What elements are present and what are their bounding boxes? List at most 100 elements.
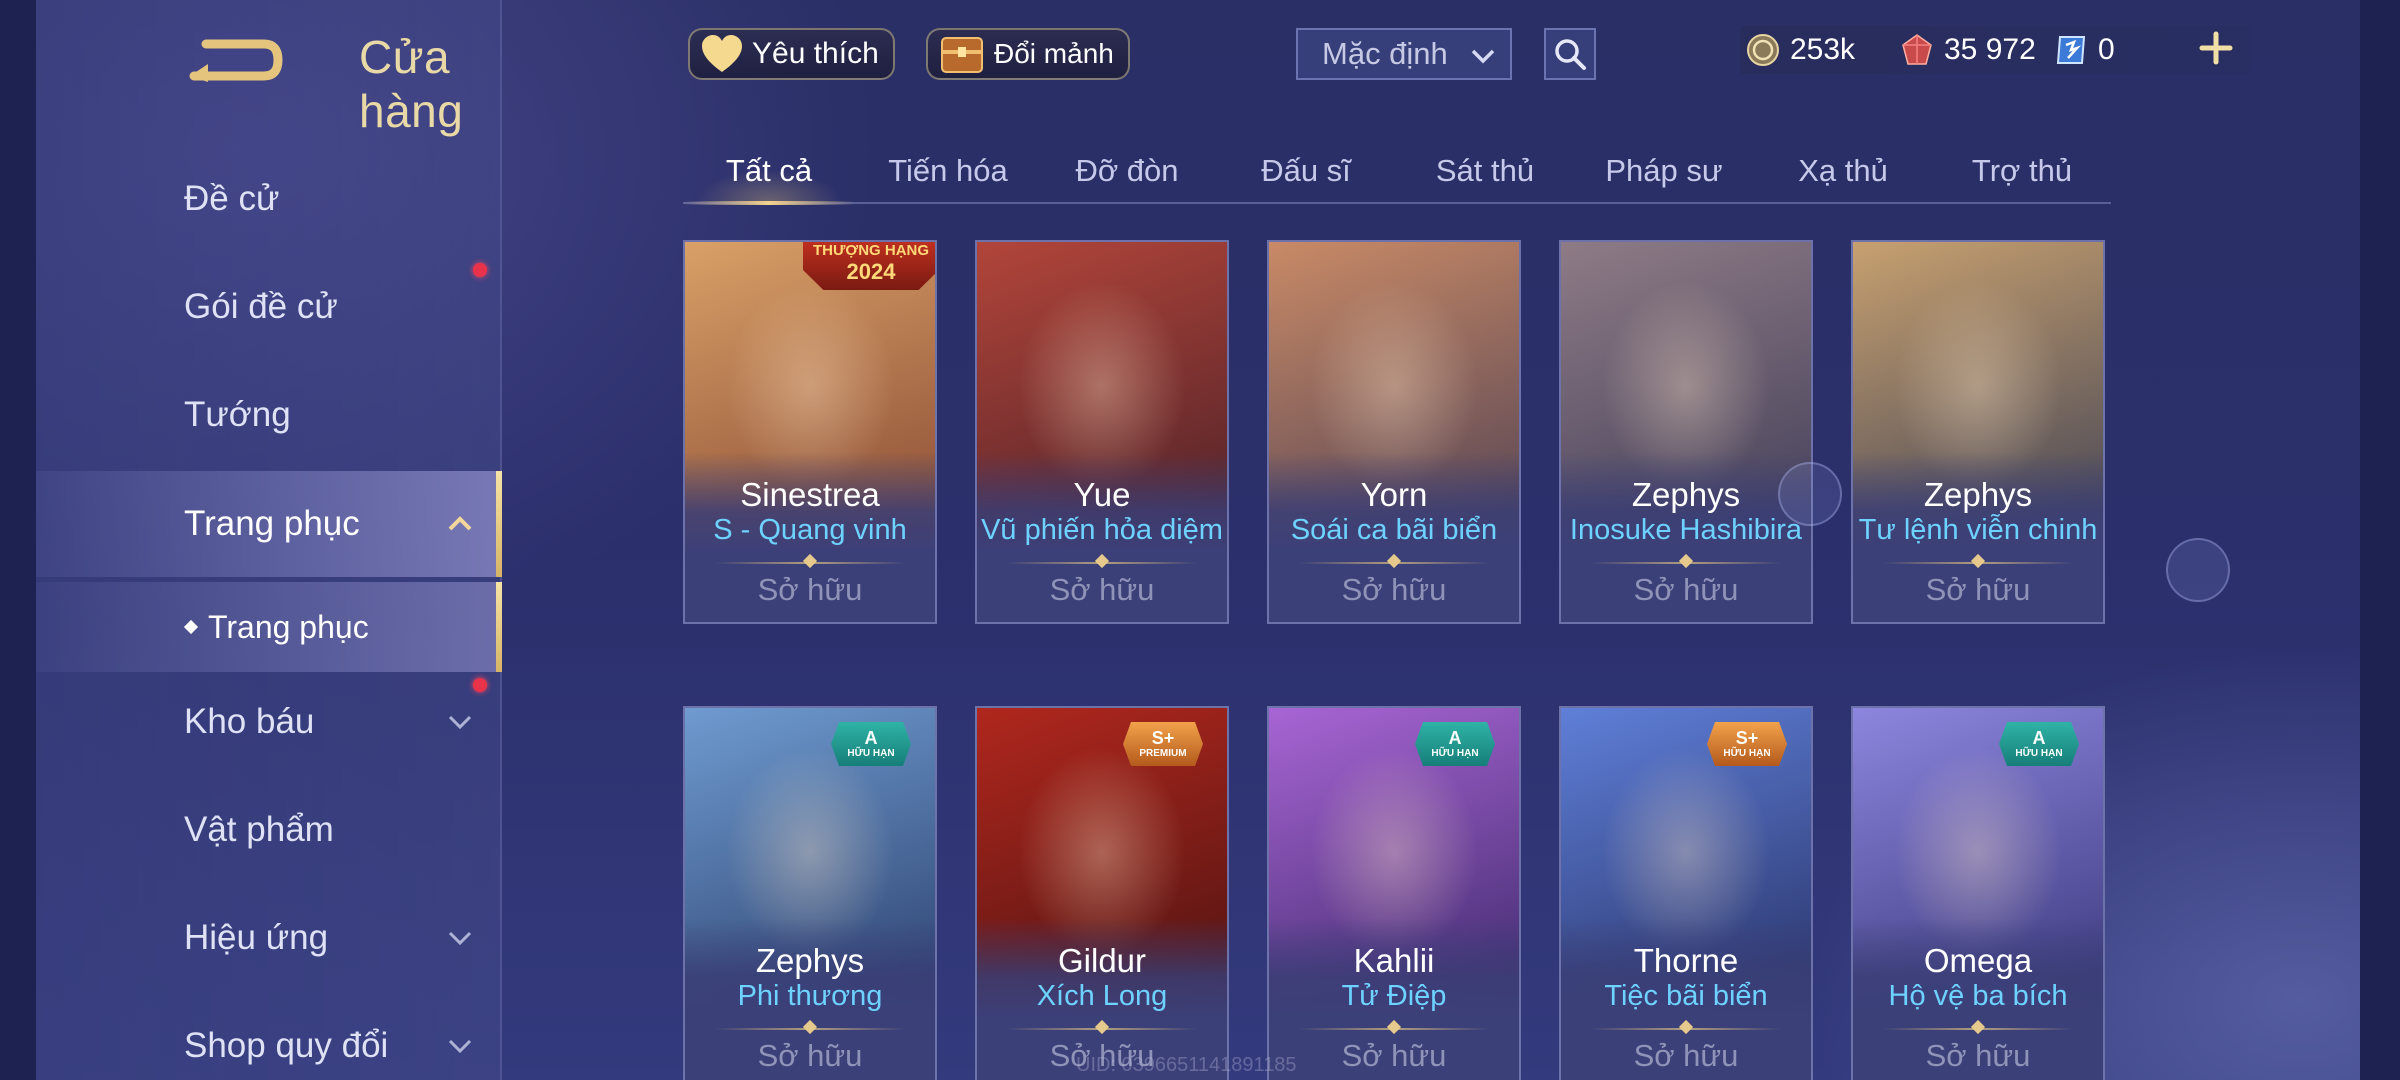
skin-card[interactable]: Yorn Soái ca bãi biển Sở hữu (1267, 240, 1521, 624)
sort-dropdown[interactable]: Mặc định (1296, 28, 1512, 80)
tier-type: HỮU HẠN (1723, 748, 1771, 759)
tier-badge: S+ HỮU HẠN (1707, 722, 1787, 766)
tier-type: HỮU HẠN (1431, 748, 1479, 759)
skin-card[interactable]: A HỮU HẠN Omega Hộ vệ ba bích Sở hữu (1851, 706, 2105, 1080)
tab-fighter[interactable]: Đấu sĩ (1220, 140, 1392, 202)
sidebar-item-label: Trang phục (184, 504, 360, 543)
card-divider (1591, 1028, 1781, 1030)
search-icon (1555, 39, 1586, 70)
sidebar-item-skins[interactable]: Trang phục (36, 471, 502, 577)
tier-type: HỮU HẠN (2015, 748, 2063, 759)
banner-label: THƯỢNG HẠNG (812, 242, 930, 259)
favorites-label: Yêu thích (752, 37, 879, 70)
treasure-chest-icon (941, 37, 983, 73)
sidebar-item-effects[interactable]: Hiệu ứng (36, 888, 502, 988)
card-divider (715, 562, 905, 564)
owned-status: Sở hữu (1633, 572, 1739, 607)
gold-value: 253k (1790, 33, 1856, 66)
sidebar-item-label: Đề cử (184, 179, 280, 218)
tier-grade: A (864, 728, 878, 748)
sidebar-item-label: Shop quy đổi (184, 1026, 389, 1065)
tab-assassin[interactable]: Sát thủ (1399, 140, 1571, 202)
chevron-down-icon (448, 715, 472, 730)
exchange-fragments-button[interactable]: Đổi mảnh (926, 28, 1130, 80)
card-divider (1299, 562, 1489, 564)
tab-marksman[interactable]: Xạ thủ (1757, 140, 1929, 202)
skin-card[interactable]: A HỮU HẠN Zephys Phi thương Sở hữu (683, 706, 937, 1080)
tab-tank[interactable]: Đỡ đòn (1041, 140, 1213, 202)
ruby-counter: 35 972 (1900, 26, 2036, 74)
owned-status: Sở hữu (1049, 572, 1155, 607)
sidebar-item-recommended[interactable]: Đề cử (36, 149, 502, 249)
skin-card[interactable]: Zephys Tư lệnh viễn chinh Sở hữu (1851, 240, 2105, 624)
hero-name: Yorn (1360, 476, 1428, 513)
card-divider (1007, 1028, 1197, 1030)
plus-icon (2199, 31, 2233, 65)
chevron-down-icon (448, 1039, 472, 1054)
page-title: Cửa hàng (359, 31, 464, 137)
hero-name: Yue (1073, 476, 1131, 513)
owned-status: Sở hữu (757, 572, 863, 607)
floating-orb (1778, 462, 1842, 526)
tier-type: HỮU HẠN (847, 748, 895, 759)
hero-name: Gildur (1057, 942, 1147, 979)
owned-status: Sở hữu (1633, 1038, 1739, 1073)
sidebar-item-treasure[interactable]: Kho báu (36, 672, 502, 772)
favorites-button[interactable]: Yêu thích (688, 28, 895, 80)
heart-icon (702, 35, 742, 72)
skin-card[interactable]: S+ HỮU HẠN Thorne Tiệc bãi biển Sở hữu (1559, 706, 1813, 1080)
ranked-banner: THƯỢNG HẠNG 2024 (803, 242, 935, 290)
ruby-gem-icon (1902, 34, 1932, 65)
chevron-up-icon (448, 516, 472, 531)
skin-card[interactable]: A HỮU HẠN Kahlii Tử Điệp Sở hữu (1267, 706, 1521, 1080)
owned-status: Sở hữu (1341, 572, 1447, 607)
skin-card[interactable]: Yue Vũ phiến hỏa diệm Sở hữu (975, 240, 1229, 624)
skin-name: Xích Long (1036, 980, 1168, 1012)
tier-grade: A (1448, 728, 1462, 748)
tab-all[interactable]: Tất cả (683, 140, 855, 205)
tab-mage[interactable]: Pháp sư (1578, 140, 1750, 202)
banner-year: 2024 (846, 259, 896, 284)
tier-badge: A HỮU HẠN (1415, 722, 1495, 766)
tier-grade: A (2032, 728, 2046, 748)
sidebar-item-heroes[interactable]: Tướng (36, 365, 502, 465)
sidebar-item-exchange-shop[interactable]: Shop quy đổi (36, 996, 502, 1080)
skin-name: S - Quang vinh (713, 514, 907, 546)
voucher-counter: 0 (2054, 26, 2115, 74)
sidebar-item-label: Vật phẩm (184, 810, 334, 849)
skin-card[interactable]: THƯỢNG HẠNG 2024 Sinestrea S - Quang vinh Sở… (683, 240, 937, 624)
skin-name: Tử Điệp (1341, 980, 1447, 1012)
hero-name: Kahlii (1353, 942, 1435, 979)
skin-name: Tiệc bãi biển (1604, 980, 1768, 1012)
tab-evolution[interactable]: Tiến hóa (862, 140, 1034, 202)
gold-counter: 253k (1746, 26, 1855, 74)
tier-grade: S+ (1151, 728, 1175, 748)
ruby-value: 35 972 (1944, 33, 2036, 66)
card-divider (715, 1028, 905, 1030)
card-divider (1591, 562, 1781, 564)
sidebar-item-recommended-packs[interactable]: Gói đề cử (36, 257, 502, 357)
skin-card[interactable]: S+ PREMIUM Gildur Xích Long Sở hữu (975, 706, 1229, 1080)
tab-support[interactable]: Trợ thủ (1936, 140, 2108, 202)
card-divider (1883, 562, 2073, 564)
hero-name: Zephys (1631, 476, 1741, 513)
skin-card[interactable]: Zephys Inosuke Hashibira Sở hữu (1559, 240, 1813, 624)
sidebar-subitem-label: Trang phục (208, 608, 369, 645)
top-up-button[interactable] (2196, 28, 2236, 68)
sidebar-item-items[interactable]: Vật phẩm (36, 780, 502, 880)
chevron-down-icon (448, 931, 472, 946)
skin-name: Inosuke Hashibira (1569, 514, 1803, 546)
category-tabs: Tất cả Tiến hóa Đỡ đòn Đấu sĩ Sát thủ Ph… (683, 140, 2111, 205)
card-divider (1883, 1028, 2073, 1030)
sort-value: Mặc định (1322, 36, 1448, 71)
owned-status: Sở hữu (757, 1038, 863, 1073)
left-edge (0, 0, 36, 1080)
sidebar-item-label: Kho báu (184, 702, 315, 741)
floating-orb[interactable] (2166, 538, 2230, 602)
search-button[interactable] (1544, 28, 1596, 80)
skin-name: Hộ vệ ba bích (1888, 980, 2068, 1012)
back-button[interactable] (186, 30, 286, 90)
sidebar-item-label: Gói đề cử (184, 287, 338, 326)
sidebar-subitem-skins[interactable]: Trang phục (36, 582, 502, 672)
tier-badge: A HỮU HẠN (1999, 722, 2079, 766)
